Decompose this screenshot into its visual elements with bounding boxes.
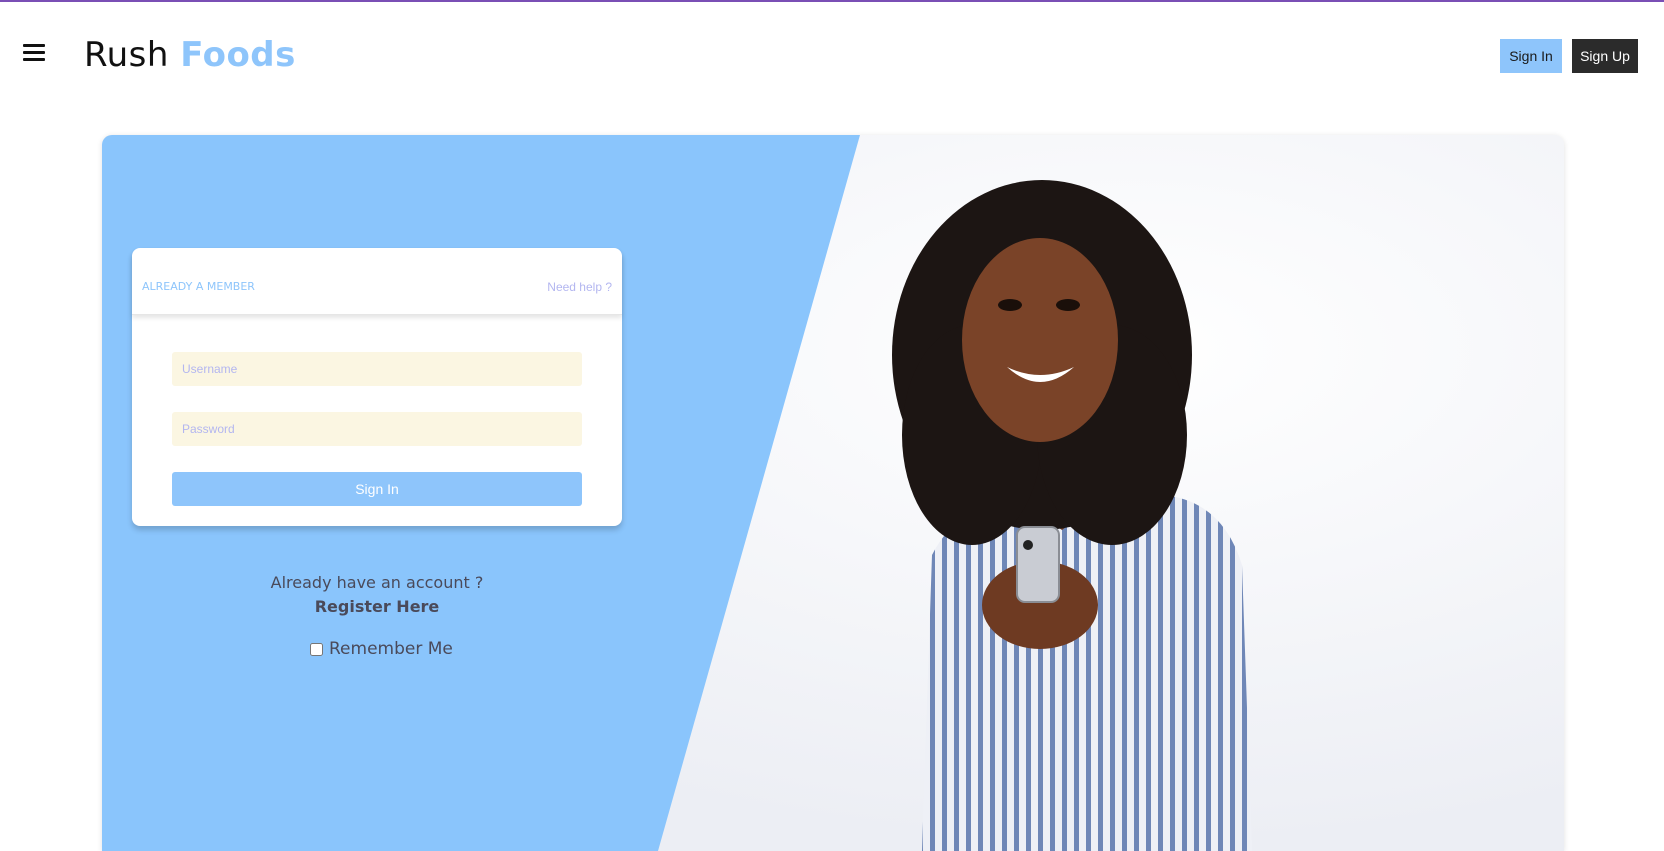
already-member-heading: ALREADY A MEMBER — [142, 280, 255, 293]
need-help-link[interactable]: Need help ? — [547, 280, 612, 294]
register-here-link[interactable]: Register Here — [132, 597, 622, 616]
header-sign-in-button[interactable]: Sign In — [1500, 39, 1562, 73]
hamburger-menu-icon[interactable] — [20, 38, 48, 66]
login-card: ALREADY A MEMBER Need help ? Sign In — [132, 248, 622, 526]
navbar: Rush Foods Sign In Sign Up — [0, 2, 1664, 112]
remember-me-label: Remember Me — [329, 639, 453, 659]
username-input[interactable] — [172, 352, 582, 386]
remember-me-checkbox[interactable] — [310, 642, 323, 656]
brand-name-part2: Foods — [180, 35, 296, 75]
remember-me-row[interactable]: Remember Me — [310, 638, 453, 660]
login-sign-in-button[interactable]: Sign In — [172, 472, 582, 506]
already-have-account-text: Already have an account ? — [270, 573, 484, 592]
header-sign-up-button[interactable]: Sign Up — [1572, 39, 1638, 73]
brand-logo[interactable]: Rush Foods — [84, 34, 296, 76]
password-input[interactable] — [172, 412, 582, 446]
login-card-header: ALREADY A MEMBER Need help ? — [132, 248, 622, 315]
brand-name-part1: Rush — [84, 35, 169, 75]
